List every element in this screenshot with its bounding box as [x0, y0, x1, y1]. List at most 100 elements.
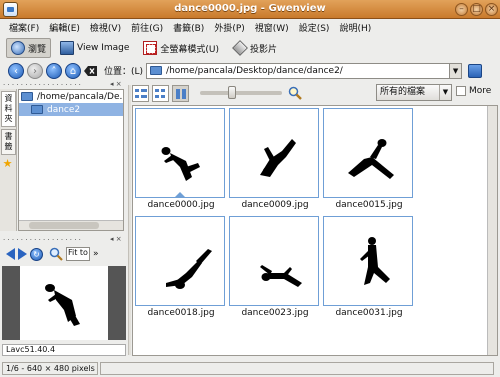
- close-button[interactable]: ×: [485, 3, 498, 16]
- go-icon[interactable]: [468, 63, 483, 78]
- grid-vertical-scrollbar[interactable]: [487, 106, 497, 355]
- thumbnail-item[interactable]: dance0018.jpg: [135, 216, 227, 324]
- file-filter-select[interactable]: 所有的檔案 ▼: [376, 84, 452, 101]
- tree-horizontal-scrollbar[interactable]: [19, 220, 123, 230]
- view-image-button[interactable]: View Image: [55, 38, 134, 58]
- menu-help[interactable]: 說明(H): [334, 21, 376, 34]
- menu-file[interactable]: 檔案(F): [4, 21, 44, 34]
- dock-title-dots: · · · · · · · · · · · · · · · · · ·: [3, 81, 81, 89]
- preview-canvas: [20, 266, 108, 340]
- thumbnail-view-button[interactable]: [172, 84, 189, 102]
- dancer-silhouette: [260, 139, 296, 177]
- thumbnail-image: [135, 108, 225, 198]
- browse-icon: [11, 41, 25, 55]
- slideshow-label: 投影片: [250, 44, 278, 55]
- tab-bookmarks[interactable]: 書籤: [1, 129, 16, 155]
- slider-handle[interactable]: [228, 86, 236, 99]
- home-button[interactable]: ⌂: [65, 62, 81, 79]
- preview-dock-controls[interactable]: ◂ ×: [110, 235, 122, 243]
- window-title: dance0000.jpg - Gwenview: [174, 3, 326, 14]
- fullscreen-icon: [143, 41, 158, 55]
- location-path: /home/pancala/Desktop/dance/dance2/: [166, 65, 343, 76]
- location-label: 位置：(L): [104, 67, 144, 77]
- toolbar-overflow-icon[interactable]: »: [93, 249, 99, 259]
- next-image-icon[interactable]: [18, 248, 27, 260]
- more-toggle[interactable]: More: [456, 86, 491, 96]
- chevron-down-icon: ▼: [439, 85, 451, 100]
- menu-settings[interactable]: 設定(S): [294, 21, 335, 34]
- thumbnail-grid[interactable]: dance0000.jpg dance0009.jpg dance0015.jp…: [132, 105, 498, 356]
- image-comment[interactable]: Lavc51.40.4: [2, 344, 126, 356]
- more-label: More: [469, 86, 492, 96]
- thumbnail-image: [323, 108, 413, 198]
- browse-button[interactable]: 瀏覽: [6, 38, 52, 58]
- tab-folders[interactable]: 資料夾: [1, 91, 16, 127]
- zoom-thumbnails-icon[interactable]: [288, 86, 302, 100]
- folder-icon: [21, 92, 33, 101]
- thumbnail-label: dance0015.jpg: [335, 200, 403, 210]
- menu-edit[interactable]: 編輯(E): [44, 21, 85, 34]
- thumbnail-label: dance0031.jpg: [335, 308, 403, 318]
- scrollbar-thumb[interactable]: [29, 222, 99, 229]
- status-text: 1/6 - 640 × 480 pixels: [2, 362, 98, 375]
- zoom-icon[interactable]: [49, 247, 63, 261]
- fullscreen-label: 全螢幕模式(U): [160, 44, 220, 55]
- image-preview[interactable]: [2, 266, 126, 340]
- dancer-silhouette: [161, 147, 200, 181]
- thumbnail-label: dance0000.jpg: [147, 200, 215, 210]
- thumbnail-label: dance0023.jpg: [241, 308, 309, 318]
- browse-label: 瀏覽: [28, 44, 47, 55]
- thumbnail-item[interactable]: dance0015.jpg: [323, 108, 415, 216]
- tree-item-label: dance2: [47, 104, 81, 115]
- panel-splitter[interactable]: [128, 85, 131, 355]
- thumbnail-image: [229, 108, 319, 198]
- thumbnail-size-slider[interactable]: [200, 86, 282, 99]
- thumbnail-item[interactable]: dance0023.jpg: [229, 216, 321, 324]
- preview-dock-title-dots: · · · · · · · · · · · · · · · · · ·: [3, 236, 81, 244]
- menu-window[interactable]: 視窗(W): [250, 21, 294, 34]
- menu-go[interactable]: 前往(G): [126, 21, 168, 34]
- main-toolbar: 瀏覽 View Image 全螢幕模式(U) 投影片: [0, 37, 500, 59]
- dancer-silhouette: [348, 139, 394, 179]
- reload-icon[interactable]: ↻: [30, 247, 43, 261]
- tree-item-dance2[interactable]: dance2: [19, 103, 123, 116]
- view-image-icon: [60, 41, 75, 55]
- thumbnail-item[interactable]: dance0031.jpg: [323, 216, 415, 324]
- slideshow-button[interactable]: 投影片: [228, 38, 282, 58]
- thumbnail-item[interactable]: dance0009.jpg: [229, 108, 321, 216]
- thumbnail-item[interactable]: dance0000.jpg: [135, 108, 227, 216]
- thumbnail-label: dance0018.jpg: [147, 308, 215, 318]
- dancer-silhouette: [360, 237, 390, 285]
- clear-location-icon[interactable]: [84, 65, 98, 77]
- title-bar: dance0000.jpg - Gwenview – □ ×: [0, 0, 500, 19]
- minimize-button[interactable]: –: [455, 3, 468, 16]
- dancer-silhouette: [166, 249, 212, 289]
- dancer-silhouette: [260, 265, 302, 287]
- folder-tree[interactable]: /home/pancala/De... dance2: [18, 89, 124, 231]
- folder-icon: [31, 105, 43, 114]
- zoom-mode-field[interactable]: Fit to: [66, 247, 90, 261]
- location-input[interactable]: /home/pancala/Desktop/dance/dance2/ ▼: [146, 62, 463, 79]
- detail-view-button[interactable]: [152, 84, 169, 102]
- tree-item-label: /home/pancala/De...: [37, 91, 123, 102]
- slideshow-icon: [232, 40, 248, 56]
- menu-view[interactable]: 檢視(V): [85, 21, 126, 34]
- up-button[interactable]: ˄: [46, 62, 62, 79]
- location-dropdown-arrow[interactable]: ▼: [449, 63, 462, 78]
- maximize-button[interactable]: □: [470, 3, 483, 16]
- menu-plugins[interactable]: 外掛(P): [209, 21, 249, 34]
- back-button[interactable]: ‹: [8, 62, 24, 79]
- forward-button[interactable]: ›: [27, 62, 43, 79]
- list-view-button[interactable]: [132, 84, 149, 102]
- sidebar-tab-strip: 資料夾 書籤 ★: [0, 89, 17, 231]
- tree-item-home[interactable]: /home/pancala/De...: [19, 90, 123, 103]
- menu-bookmarks[interactable]: 書籤(B): [168, 21, 209, 34]
- star-icon[interactable]: ★: [0, 157, 15, 170]
- thumbnail-image: [323, 216, 413, 306]
- dock-controls[interactable]: ◂ ×: [110, 80, 122, 88]
- location-bar: ‹ › ˄ ⌂ 位置：(L) /home/pancala/Desktop/dan…: [0, 60, 500, 81]
- previous-image-icon[interactable]: [6, 248, 15, 260]
- file-filter-value: 所有的檔案: [380, 87, 426, 97]
- fullscreen-button[interactable]: 全螢幕模式(U): [138, 38, 224, 58]
- more-checkbox[interactable]: [456, 86, 466, 96]
